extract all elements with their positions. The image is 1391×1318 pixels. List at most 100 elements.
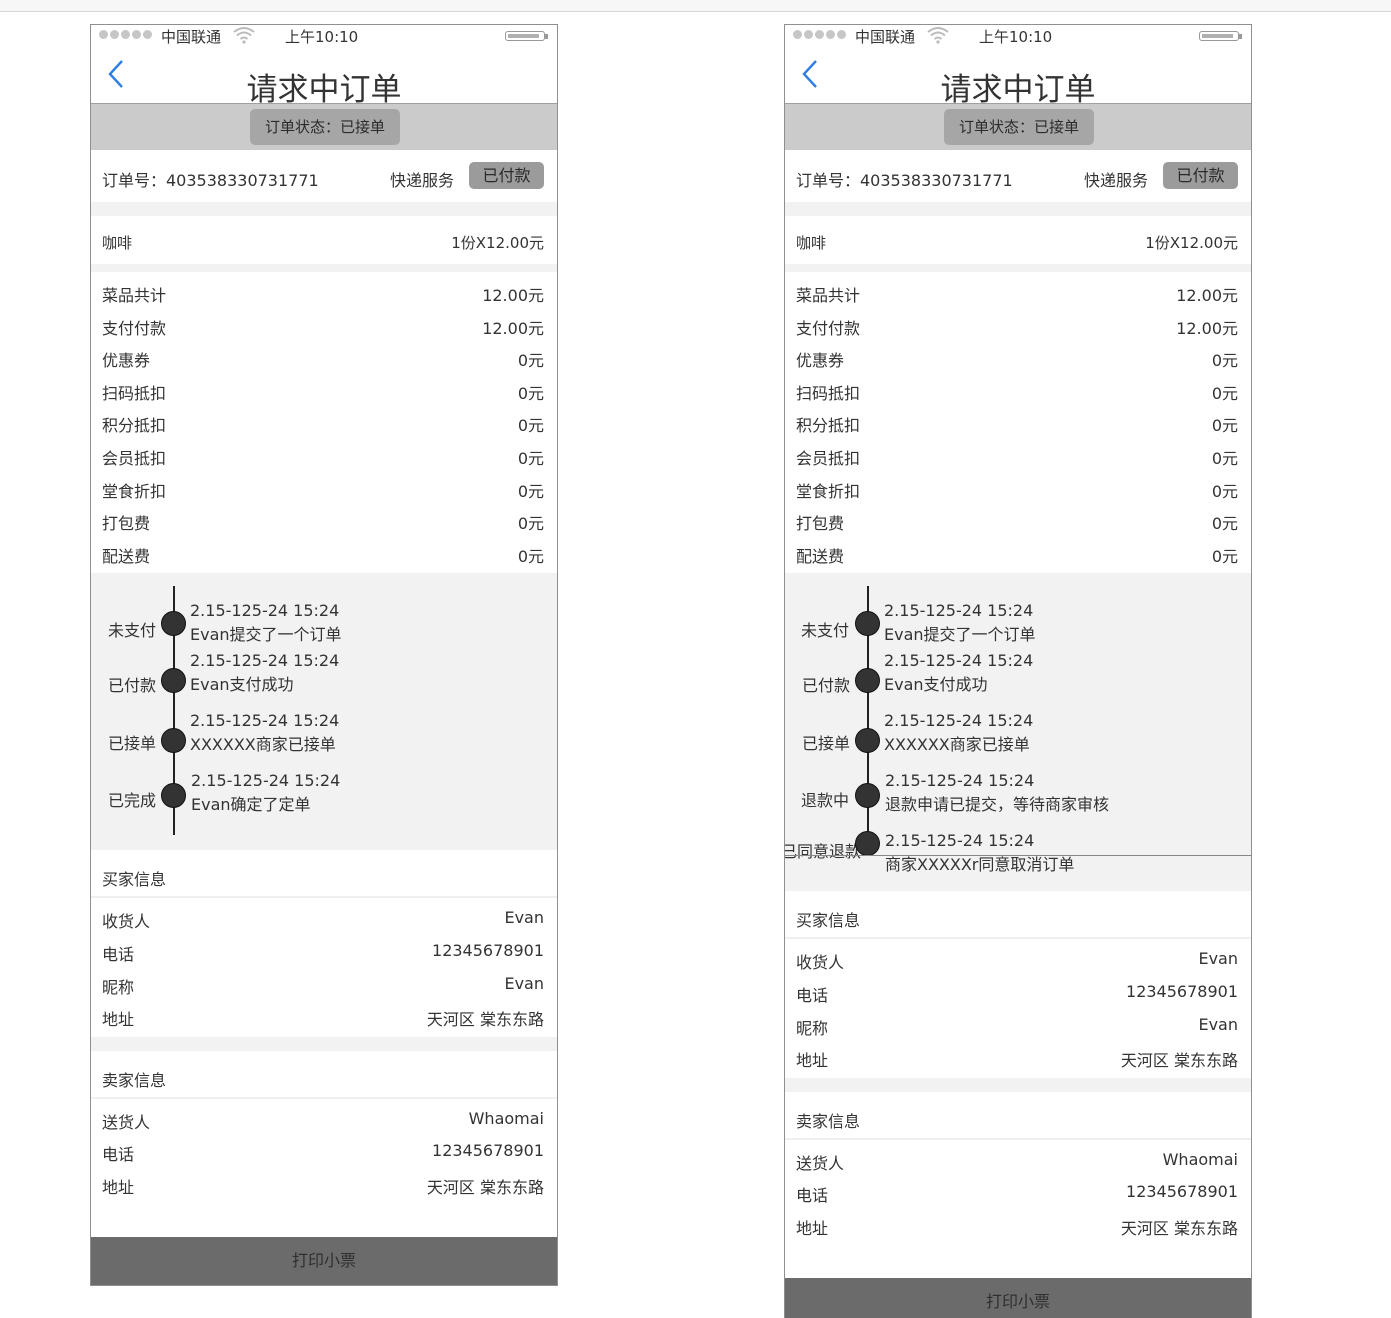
fee-label: 堂食折扣 (102, 481, 167, 501)
timeline-time: 2.15-125-24 15:24 (884, 651, 1034, 671)
order-number: 订单号：403538330731771 (102, 171, 319, 190)
timeline-time: 2.15-125-24 15:24 (885, 831, 1035, 851)
order-status-strip: 订单状态：已接单 (91, 104, 557, 150)
item-name: 咖啡 (796, 234, 827, 252)
section-gap (785, 264, 1251, 272)
fee-row: 打包费 0元 (785, 505, 1251, 538)
payment-status-badge[interactable]: 已付款 (469, 162, 544, 189)
info-value: 天河区 棠东东路 (426, 1010, 544, 1030)
wifi-icon (233, 27, 255, 44)
timeline-state: 已完成 (108, 791, 157, 811)
payment-status-badge[interactable]: 已付款 (1163, 162, 1238, 189)
order-timeline: 未支付 2.15-125-24 15:24 Evan提交了一个订单 已付款 2.… (785, 573, 1251, 892)
fee-row: 支付付款 12.00元 (91, 310, 557, 343)
info-row: 电话 12345678901 (785, 977, 1251, 1010)
fee-value: 0元 (517, 546, 544, 566)
fee-label: 积分抵扣 (796, 416, 861, 436)
info-row: 送货人 Whaomai (91, 1104, 557, 1137)
fee-label: 扫码抵扣 (796, 383, 861, 403)
fee-label: 配送费 (102, 546, 151, 566)
fee-label: 优惠券 (796, 351, 845, 371)
timeline-desc: XXXXXX商家已接单 (190, 735, 336, 755)
signal-strength-icon (793, 30, 846, 39)
timeline-time: 2.15-125-24 15:24 (191, 771, 341, 791)
timeline-overflow-divider (785, 855, 1251, 857)
seller-info-list: 送货人 Whaomai 电话 12345678901 地址 天河区 棠东东路 (785, 1140, 1251, 1246)
order-number: 订单号：403538330731771 (796, 171, 1013, 190)
info-row: 地址 天河区 棠东东路 (785, 1042, 1251, 1075)
section-gap (91, 1036, 557, 1051)
info-row: 收货人 Evan (91, 903, 557, 936)
fee-value: 0元 (517, 383, 544, 403)
section-title: 买家信息 (102, 870, 167, 890)
fee-row: 配送费 0元 (91, 538, 557, 571)
battery-icon (1199, 31, 1242, 41)
timeline-time: 2.15-125-24 15:24 (884, 711, 1034, 731)
fee-label: 扫码抵扣 (102, 383, 167, 403)
fee-value: 0元 (1211, 514, 1238, 534)
timeline-desc: Evan确定了定单 (191, 795, 311, 815)
info-value: Evan (1198, 949, 1238, 969)
fee-value: 0元 (1211, 383, 1238, 403)
fee-label: 会员抵扣 (796, 448, 861, 468)
phone-screen-refund: 中国联通 上午10:10 请求中订单 订单状态：已接单 订单号：40353833… (784, 24, 1252, 1318)
info-row: 电话 12345678901 (91, 1136, 557, 1169)
timeline-dot (855, 783, 880, 809)
info-row: 昵称 Evan (785, 1010, 1251, 1043)
info-row: 地址 天河区 棠东东路 (91, 1001, 557, 1034)
buyer-info-list: 收货人 Evan 电话 12345678901 昵称 Evan 地址 天河区 棠东东路 (91, 898, 557, 1036)
timeline-desc: XXXXXX商家已接单 (884, 735, 1030, 755)
info-label: 昵称 (796, 1018, 829, 1038)
item-qty-price: 1份X12.00元 (451, 234, 544, 252)
fee-label: 优惠券 (102, 351, 151, 371)
timeline-time: 2.15-125-24 15:24 (190, 651, 340, 671)
info-value: Evan (504, 973, 544, 993)
fee-value: 0元 (517, 416, 544, 436)
timeline-dot (161, 668, 186, 694)
fee-label: 会员抵扣 (102, 448, 167, 468)
fee-label: 支付付款 (796, 318, 861, 338)
fee-label: 打包费 (102, 514, 151, 534)
info-value: 12345678901 (1126, 981, 1238, 1001)
info-label: 收货人 (102, 912, 151, 932)
info-row: 地址 天河区 棠东东路 (785, 1210, 1251, 1243)
fee-list: 菜品共计 12.00元 支付付款 12.00元 优惠券 0元 扫码抵扣 0元 积分抵扣 0… (91, 272, 557, 573)
info-label: 电话 (102, 944, 135, 964)
seller-info-header: 卖家信息 (785, 1092, 1251, 1140)
buyer-info-header: 买家信息 (91, 850, 557, 899)
battery-icon (505, 31, 548, 41)
page-title: 请求中订单 (940, 72, 1096, 108)
info-row: 电话 12345678901 (91, 936, 557, 969)
print-receipt-button[interactable]: 打印小票 (785, 1278, 1251, 1318)
info-value: Evan (504, 908, 544, 928)
timeline-time: 2.15-125-24 15:24 (885, 771, 1035, 791)
info-row: 电话 12345678901 (785, 1177, 1251, 1210)
section-title: 卖家信息 (102, 1070, 167, 1090)
fee-value: 0元 (1211, 351, 1238, 371)
order-status-badge: 订单状态：已接单 (250, 109, 400, 145)
timeline-state: 未支付 (108, 621, 157, 641)
fee-value: 0元 (1211, 546, 1238, 566)
order-info-row: 订单号：403538330731771 快递服务 已付款 (785, 150, 1251, 202)
phone-screen-completed: 中国联通 上午10:10 请求中订单 订单状态：已接单 订单号：40353833… (90, 24, 558, 1286)
info-label: 地址 (796, 1051, 829, 1071)
browser-top-strip (0, 0, 1391, 12)
info-value: Evan (1198, 1014, 1238, 1034)
fee-value: 12.00元 (482, 318, 544, 338)
order-status-strip: 订单状态：已接单 (785, 104, 1251, 150)
fee-row: 菜品共计 12.00元 (785, 277, 1251, 310)
info-label: 地址 (102, 1177, 135, 1197)
timeline-desc: Evan提交了一个订单 (884, 625, 1036, 645)
info-label: 收货人 (796, 953, 845, 973)
fee-value: 0元 (517, 481, 544, 501)
fee-label: 支付付款 (102, 318, 167, 338)
fee-row: 积分抵扣 0元 (785, 407, 1251, 440)
info-label: 昵称 (102, 977, 135, 997)
print-receipt-button[interactable]: 打印小票 (91, 1237, 557, 1285)
status-bar: 中国联通 上午10:10 (785, 25, 1251, 47)
service-type: 快递服务 (390, 171, 455, 190)
info-value: 12345678901 (432, 940, 544, 960)
timeline-time: 2.15-125-24 15:24 (190, 601, 340, 621)
order-status-badge: 订单状态：已接单 (944, 109, 1094, 145)
item-qty-price: 1份X12.00元 (1145, 234, 1238, 252)
